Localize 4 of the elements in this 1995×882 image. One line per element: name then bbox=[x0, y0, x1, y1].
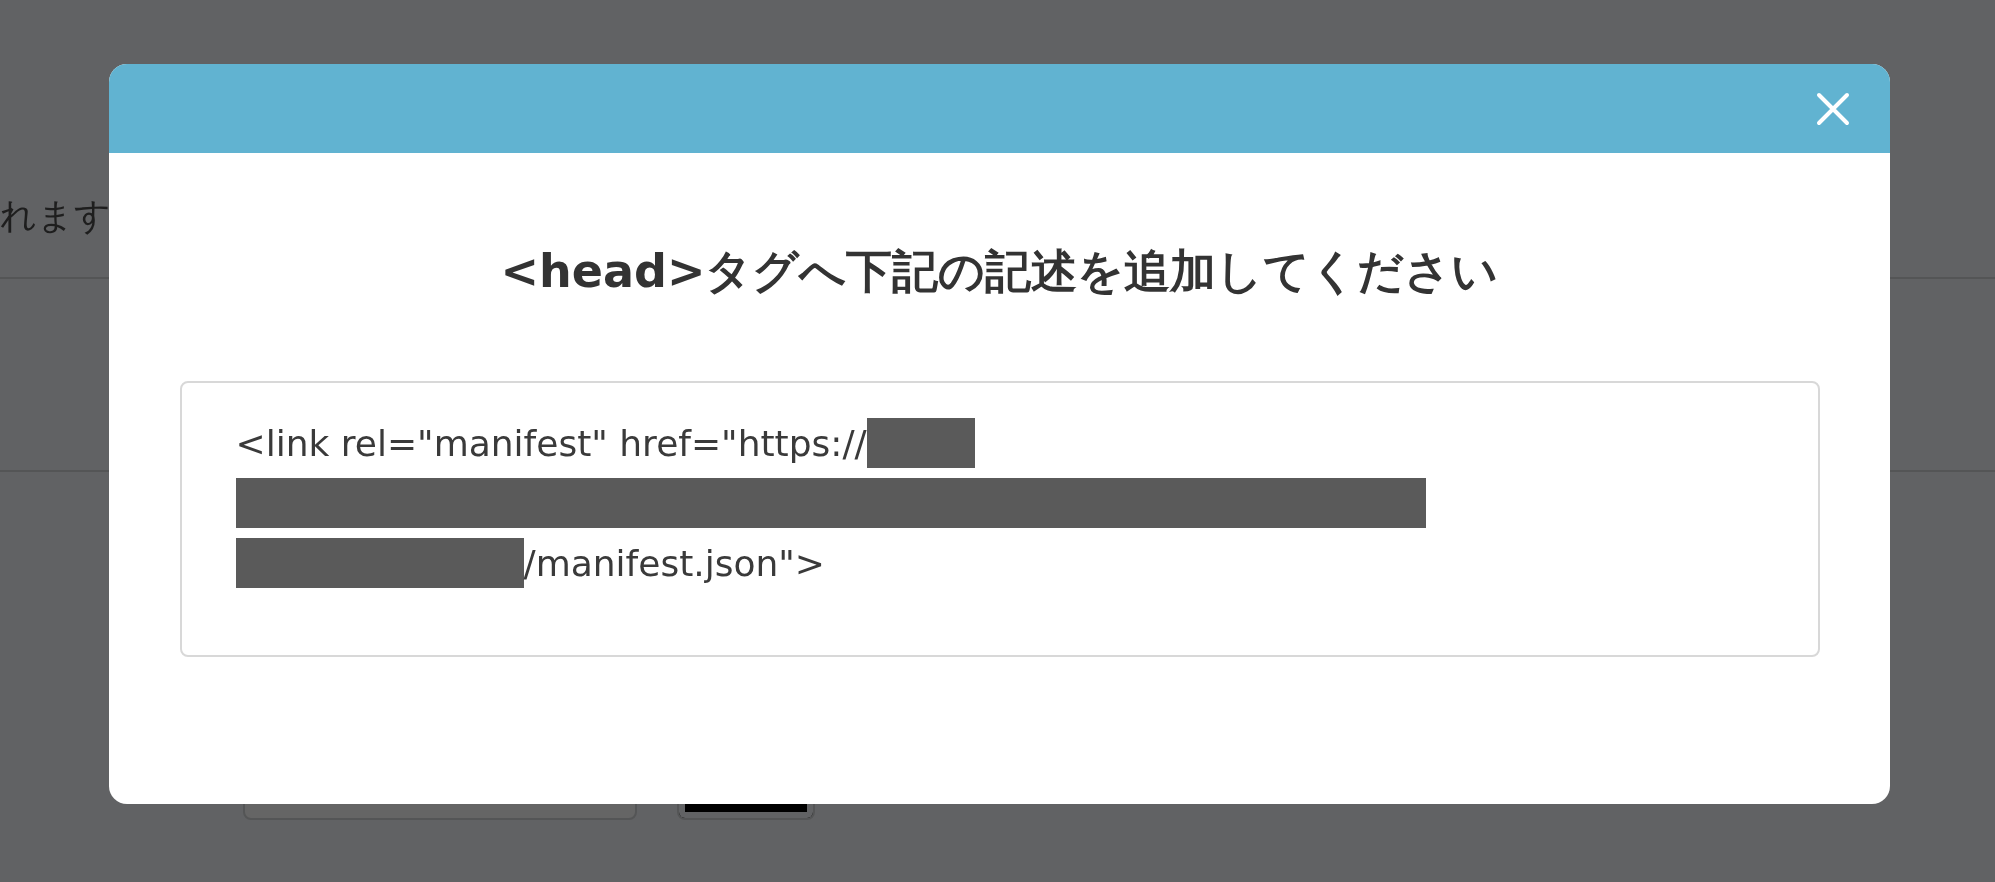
close-icon[interactable] bbox=[1816, 91, 1850, 126]
code-text: <link rel="manifest" href="https:// bbox=[235, 422, 867, 464]
dialog-title: <head>タグへ下記の記述を追加してください bbox=[500, 243, 1499, 300]
page-text: れます bbox=[0, 193, 111, 238]
